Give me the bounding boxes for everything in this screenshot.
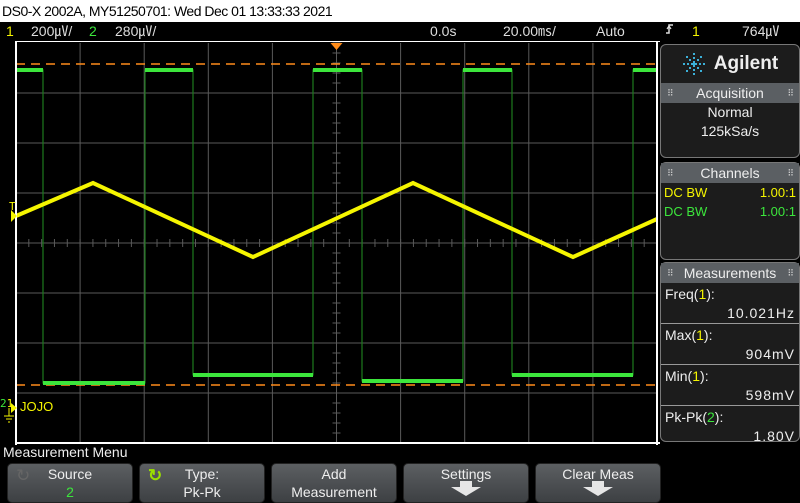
clear-meas-softkey[interactable]: Clear Meas [535, 463, 661, 503]
title-bar: DS0-X 2002A, MY51250701: Wed Dec 01 13:3… [0, 0, 800, 22]
meas-value: 904mV [745, 346, 795, 362]
channels-title: Channels [700, 165, 760, 181]
entry-knob-icon: ↻ [148, 466, 163, 485]
waveform-display[interactable]: T 21 JOJO [0, 40, 660, 445]
ground-marker-ch2: 2 [0, 397, 7, 410]
channels-box[interactable]: ⠿ Channels ⠿ DC BW 1.00:1 DC BW 1.00:1 [660, 162, 800, 260]
meas-name: Freq( [665, 286, 699, 302]
meas-source: 1 [692, 368, 701, 384]
ch2-label[interactable]: 2 [89, 22, 97, 41]
softkey-value: 2 [66, 484, 74, 500]
measurement-pkpk: Pk-Pk(2): 1.80V [661, 406, 799, 446]
ch2-probe: 1.00:1 [759, 204, 796, 219]
ground-marker[interactable]: 21 [0, 397, 13, 410]
agilent-spark-icon [682, 53, 705, 75]
ch1-probe: 1.00:1 [759, 185, 796, 200]
trigger-mode[interactable]: Auto [596, 22, 625, 41]
meas-close: ): [714, 409, 724, 425]
ch2-scale[interactable]: 280㎶/ [115, 22, 156, 41]
time-offset[interactable]: 0.0s [430, 22, 456, 41]
measurements-title: Measurements [683, 265, 777, 281]
grip-icon: ⠿ [787, 168, 794, 178]
trigger-position-icon [330, 43, 343, 50]
channel-2-row: DC BW 1.00:1 [661, 202, 799, 221]
trigger-source[interactable]: 1 [692, 22, 700, 41]
ch1-label[interactable]: 1 [6, 22, 14, 41]
menu-title: Measurement Menu [3, 444, 128, 460]
meas-value: 1.80V [753, 428, 795, 444]
acquisition-rate: 125kSa/s [700, 123, 760, 139]
ch2-coupling: DC BW [664, 204, 708, 219]
meas-source: 2 [707, 409, 715, 425]
settings-softkey[interactable]: Settings [403, 463, 529, 503]
submenu-arrow-icon [451, 481, 481, 496]
rising-edge-icon [665, 22, 675, 41]
entry-knob-icon: ↻ [16, 466, 31, 485]
meas-name: Pk-Pk( [665, 409, 707, 425]
acquisition-title: Acquisition [696, 85, 764, 101]
channel-1-row: DC BW 1.00:1 [661, 183, 799, 202]
meas-close: ): [703, 327, 713, 343]
grip-icon: ⠿ [667, 88, 674, 98]
grip-icon: ⠿ [667, 168, 674, 178]
channels-header: ⠿ Channels ⠿ [661, 163, 799, 183]
add-measurement-softkey[interactable]: Add Measurement [271, 463, 397, 503]
grip-icon: ⠿ [787, 268, 794, 278]
trigger-level[interactable]: 764㎶ [742, 22, 779, 41]
grip-icon: ⠿ [667, 268, 674, 278]
meas-name: Max( [665, 327, 697, 343]
softkey-label-2: Measurement [291, 484, 377, 500]
brand-logo: Agilent [661, 45, 799, 83]
meas-close: ): [706, 286, 715, 302]
measurement-min: Min(1): 598mV [661, 365, 799, 406]
source-softkey[interactable]: ↻ Source 2 [7, 463, 133, 503]
meas-close: ): [700, 368, 709, 384]
meas-source: 1 [696, 327, 704, 343]
meas-value: 598mV [745, 387, 795, 403]
acquisition-header: ⠿ Acquisition ⠿ [661, 83, 799, 103]
ch1-scale[interactable]: 200㎶/ [31, 22, 72, 41]
channel-label: JOJO [20, 399, 54, 414]
grip-icon: ⠿ [787, 88, 794, 98]
softkey-value: Pk-Pk [183, 484, 221, 500]
submenu-arrow-icon [583, 481, 613, 496]
meas-value: 10.021Hz [727, 305, 795, 321]
time-scale[interactable]: 20.00㎳/ [503, 22, 556, 41]
type-softkey[interactable]: ↻ Type: Pk-Pk [139, 463, 265, 503]
ch1-coupling: DC BW [664, 185, 708, 200]
brand-name: Agilent [713, 53, 779, 74]
status-bar: 1 200㎶/ 2 280㎶/ 0.0s 20.00㎳/ Auto 1 764㎶ [0, 22, 800, 41]
measurement-max: Max(1): 904mV [661, 324, 799, 365]
scope-grid [4, 40, 660, 445]
meas-name: Min( [665, 368, 693, 384]
softkey-label: Add [321, 466, 347, 482]
measurement-freq: Freq(1): 10.021Hz [661, 283, 799, 324]
measurements-header: ⠿ Measurements ⠿ [661, 263, 799, 283]
measurements-box[interactable]: ⠿ Measurements ⠿ Freq(1): 10.021Hz Max(1… [660, 262, 800, 444]
acquisition-mode: Normal [707, 104, 753, 120]
acquisition-box[interactable]: Agilent ⠿ Acquisition ⠿ Normal 125kSa/s [660, 44, 800, 158]
trigger-level-marker[interactable]: T [9, 200, 16, 213]
trigger-marker-label: T [9, 200, 16, 213]
side-panel: Agilent ⠿ Acquisition ⠿ Normal 125kSa/s … [660, 44, 800, 444]
ground-marker-ch1: 1 [6, 397, 14, 410]
